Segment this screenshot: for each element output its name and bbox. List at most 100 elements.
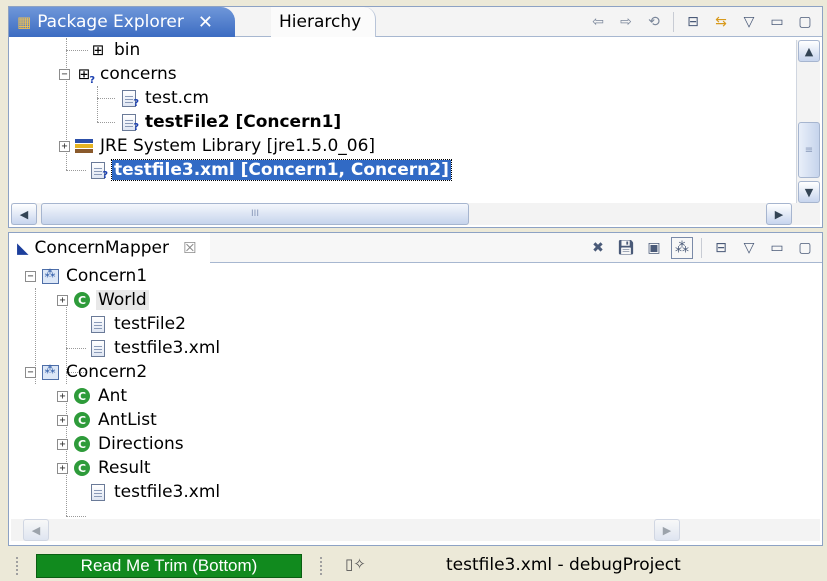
tab-concern-mapper-label: ConcernMapper: [34, 238, 169, 258]
tree-connector: [66, 170, 86, 171]
tree-item-label: bin: [114, 40, 141, 60]
tree-item-label: testfile3.xml: [114, 338, 221, 358]
maximize-icon[interactable]: ▢: [794, 11, 816, 33]
forward-icon[interactable]: ⇨: [615, 11, 637, 33]
fast-view-icon[interactable]: ▯✧: [345, 555, 366, 573]
tree-item-label: Concern2: [66, 362, 148, 382]
tree-item-label: testFile2: [114, 314, 186, 334]
file-icon: [88, 314, 108, 334]
class-icon: C: [72, 410, 92, 430]
tree-item-label: testFile2 [Concern1]: [145, 112, 342, 132]
explorer-tabbar: ▦ Package Explorer ✕ Hierarchy ⇦ ⇨ ⟲ ⊟ ⇆…: [9, 7, 822, 37]
collapse-toggle-icon[interactable]: −: [25, 270, 36, 282]
class-icon: C: [72, 386, 92, 406]
mapper-tabbar: ◣ ConcernMapper ☒ ✖ 💾︎ ▣ ⁂ ⊟ ▽ ▭ ▢: [9, 233, 822, 263]
expand-toggle-icon[interactable]: +: [57, 294, 68, 306]
view-menu-icon[interactable]: ▽: [738, 11, 760, 33]
view-menu-icon[interactable]: ▽: [738, 237, 760, 259]
close-icon[interactable]: ☒: [183, 239, 196, 257]
explorer-horizontal-scrollbar[interactable]: ◀ III ▶: [11, 203, 820, 225]
go-into-icon[interactable]: ⟲: [643, 11, 665, 33]
selection-status: testfile3.xml - debugProject: [446, 555, 681, 575]
trim-handle[interactable]: [320, 557, 324, 575]
tree-item-concern2[interactable]: − Concern2: [25, 360, 149, 384]
concern-mapper-icon: ◣: [17, 239, 29, 257]
collapse-toggle-icon[interactable]: −: [59, 68, 70, 80]
collapse-all-icon[interactable]: ⊟: [710, 237, 732, 259]
class-icon: C: [72, 290, 92, 310]
collapse-toggle-icon[interactable]: −: [25, 366, 36, 378]
collapse-all-icon[interactable]: ⊟: [682, 11, 704, 33]
tree-item-label: Directions: [98, 434, 184, 454]
minimize-icon[interactable]: ▭: [766, 237, 788, 259]
tree-item-ant[interactable]: + C Ant: [57, 384, 129, 408]
tree-item-bin[interactable]: ⊞ bin: [88, 38, 142, 62]
tree-item-testfile3[interactable]: ? testfile3.xml [Concern1, Concern2]: [88, 158, 452, 182]
expand-toggle-icon[interactable]: +: [57, 438, 68, 450]
status-bar: Read Me Trim (Bottom) ▯✧ testfile3.xml -…: [0, 549, 827, 581]
scroll-down-icon[interactable]: ▼: [798, 181, 820, 203]
tree-item-world[interactable]: + C World: [57, 288, 149, 312]
tree-item-testfile2[interactable]: ? testFile2 [Concern1]: [119, 110, 343, 134]
link-with-editor-icon[interactable]: ⇆: [710, 11, 732, 33]
tree-connector: [66, 50, 88, 51]
package-explorer-view: ▦ Package Explorer ✕ Hierarchy ⇦ ⇨ ⟲ ⊟ ⇆…: [8, 6, 823, 228]
tree-item-label: concerns: [100, 64, 177, 84]
expand-toggle-icon[interactable]: +: [57, 390, 68, 402]
maximize-icon[interactable]: ▢: [794, 237, 816, 259]
scroll-left-icon[interactable]: ◀: [11, 203, 37, 225]
tree-item-label: testfile3.xml [Concern1, Concern2]: [111, 159, 452, 181]
toolbar-divider: [701, 238, 702, 258]
save-as-icon[interactable]: ▣: [643, 237, 665, 259]
mapper-horizontal-scrollbar[interactable]: ◀ ▶: [11, 519, 820, 541]
tree-item-testfile2[interactable]: testFile2: [88, 312, 188, 336]
tree-item-label: JRE System Library [jre1.5.0_06]: [100, 136, 376, 156]
expand-toggle-icon[interactable]: +: [59, 140, 70, 152]
read-me-trim[interactable]: Read Me Trim (Bottom): [36, 554, 302, 578]
tree-item-label: testfile3.xml: [114, 482, 221, 502]
back-icon[interactable]: ⇦: [587, 11, 609, 33]
mapper-toolbar: ✖ 💾︎ ▣ ⁂ ⊟ ▽ ▭ ▢: [587, 233, 816, 263]
tree-item-directions[interactable]: + C Directions: [57, 432, 186, 456]
tab-hierarchy-label: Hierarchy: [279, 12, 362, 32]
scroll-right-icon[interactable]: ▶: [654, 519, 680, 541]
scrollbar-thumb[interactable]: ≡: [798, 122, 820, 178]
tree-item-concerns[interactable]: − ⊞? concerns: [59, 62, 179, 86]
remove-icon[interactable]: ✖: [587, 237, 609, 259]
scroll-right-icon[interactable]: ▶: [766, 203, 792, 225]
tab-concern-mapper[interactable]: ◣ ConcernMapper ☒: [9, 233, 211, 263]
explorer-vertical-scrollbar[interactable]: ▲ ≡ ▼: [796, 40, 820, 203]
tab-hierarchy[interactable]: Hierarchy: [271, 7, 377, 37]
toolbar-divider: [673, 12, 674, 32]
expand-toggle-icon[interactable]: +: [57, 414, 68, 426]
scrollbar-thumb[interactable]: III: [41, 203, 469, 225]
trim-handle[interactable]: [16, 557, 20, 575]
tree-item-test-cm[interactable]: ? test.cm: [119, 86, 211, 110]
file-icon: ?: [119, 88, 139, 109]
grip-icon: ≡: [804, 144, 814, 156]
tree-item-testfile3[interactable]: testfile3.xml: [88, 480, 222, 504]
tree-item-label: Concern1: [66, 266, 148, 286]
scroll-up-icon[interactable]: ▲: [798, 40, 820, 62]
tree-item-testfile3[interactable]: testfile3.xml: [88, 336, 222, 360]
grip-icon: III: [251, 209, 259, 219]
minimize-icon[interactable]: ▭: [766, 11, 788, 33]
concern-icon: [40, 362, 60, 382]
class-icon: C: [72, 458, 92, 478]
tree-connector: [97, 98, 115, 99]
tree-connector: [97, 122, 115, 123]
tree-connector: [66, 516, 86, 517]
expand-toggle-icon[interactable]: +: [57, 462, 68, 474]
tree-item-antlist[interactable]: + C AntList: [57, 408, 159, 432]
package-folder-icon: ⊞?: [77, 65, 95, 86]
file-icon: [88, 338, 108, 358]
save-icon[interactable]: 💾︎: [615, 237, 637, 259]
tree-item-concern1[interactable]: − Concern1: [25, 264, 149, 288]
tree-item-result[interactable]: + C Result: [57, 456, 153, 480]
tree-item-jre-library[interactable]: + JRE System Library [jre1.5.0_06]: [59, 134, 377, 158]
tab-package-explorer[interactable]: ▦ Package Explorer ✕: [9, 7, 235, 37]
class-icon: C: [72, 434, 92, 454]
concern-model-icon[interactable]: ⁂: [671, 237, 693, 259]
scroll-left-icon[interactable]: ◀: [23, 519, 49, 541]
close-icon[interactable]: ✕: [198, 12, 213, 33]
